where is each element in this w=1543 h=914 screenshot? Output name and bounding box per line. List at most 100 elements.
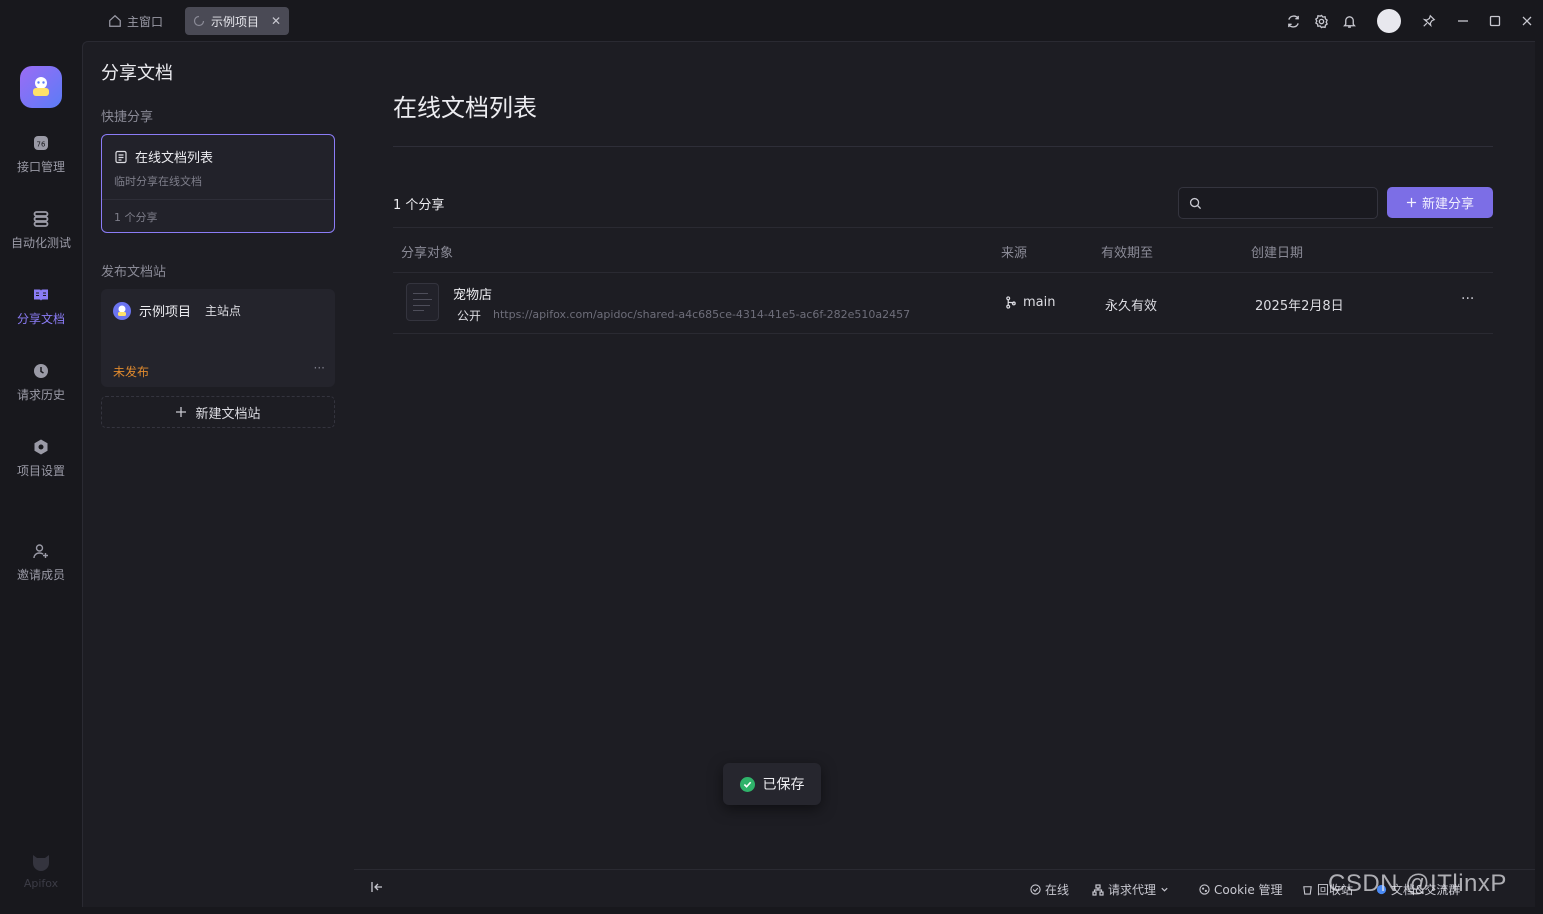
share-name[interactable]: 宠物店: [453, 284, 492, 303]
status-cookie[interactable]: Cookie 管理: [1199, 881, 1283, 898]
rail-item-label: 请求历史: [16, 388, 65, 402]
doc-site-status: 未发布: [113, 365, 150, 379]
network-icon: [1092, 883, 1104, 896]
share-expiry: 永久有效: [1105, 299, 1158, 314]
document-thumbnail-icon: [406, 283, 439, 321]
doc-site-card[interactable]: 示例项目 主站点 未发布 ···: [101, 289, 335, 387]
bell-icon[interactable]: [1335, 8, 1363, 34]
row-more-button[interactable]: ···: [1461, 291, 1474, 307]
status-proxy-label: 请求代理: [1108, 883, 1157, 897]
doc-site-project: 示例项目: [139, 305, 192, 320]
new-share-button[interactable]: 新建分享: [1387, 187, 1493, 218]
quick-share-card-subtitle: 临时分享在线文档: [114, 175, 202, 188]
card-divider: [102, 199, 334, 200]
rail-footer-brand: Apifox: [0, 851, 82, 890]
close-icon[interactable]: [1511, 8, 1543, 34]
minimize-icon[interactable]: [1447, 8, 1479, 34]
table-row[interactable]: 宠物店 公开 https://apifox.com/apidoc/shared-…: [393, 273, 1493, 334]
title-bar: 主窗口 示例项目 ✕: [0, 0, 1543, 41]
tab-home-label: 主窗口: [127, 14, 164, 29]
quick-share-card-header: 在线文档列表: [114, 147, 213, 166]
status-cookie-label: Cookie 管理: [1214, 883, 1283, 897]
tab-project-label: 示例项目: [211, 14, 260, 29]
table-header: 分享对象 来源 有效期至 创建日期: [393, 227, 1493, 273]
nav-rail: 76 接口管理 自动化测试 分享文档 请求历史 项目设置 邀请成员 Apifox: [0, 41, 82, 914]
column-header: 分享对象: [401, 246, 454, 261]
avatar[interactable]: [1377, 9, 1401, 33]
rail-item-api[interactable]: 76 接口管理: [0, 134, 82, 175]
document-icon: [115, 150, 127, 163]
new-doc-site-label: 新建文档站: [195, 406, 261, 422]
cookie-icon: [1199, 884, 1210, 895]
rail-item-label: 接口管理: [16, 160, 65, 174]
app-logo[interactable]: [20, 66, 62, 108]
rail-item-label: 分享文档: [16, 312, 65, 326]
share-source-label: main: [1023, 295, 1056, 310]
status-online[interactable]: 在线: [1030, 881, 1069, 898]
search-box[interactable]: [1178, 187, 1378, 219]
tab-close-icon[interactable]: ✕: [271, 14, 281, 28]
rail-item-label: 邀请成员: [16, 568, 65, 582]
rail-item-label: 自动化测试: [10, 236, 71, 250]
maximize-icon[interactable]: [1479, 8, 1511, 34]
pin-icon[interactable]: [1415, 8, 1443, 34]
trash-icon: [1303, 886, 1312, 895]
gear-icon: [34, 439, 48, 455]
share-docs-panel: 分享文档 快捷分享 在线文档列表 临时分享在线文档 1 个分享 发布文档站 示例…: [82, 41, 354, 907]
rail-item-share-docs[interactable]: 分享文档: [0, 286, 82, 327]
new-share-label: 新建分享: [1421, 197, 1474, 212]
column-header: 有效期至: [1101, 246, 1154, 261]
publish-site-label: 发布文档站: [101, 265, 167, 280]
apifox-logo-icon: [33, 77, 49, 96]
share-count: 1 个分享: [393, 198, 445, 213]
refresh-icon[interactable]: [1279, 8, 1307, 34]
new-doc-site-button[interactable]: 新建文档站: [101, 396, 335, 428]
saved-toast: 已保存: [723, 763, 821, 805]
panel-title: 分享文档: [101, 63, 173, 84]
tab-home[interactable]: 主窗口: [104, 9, 167, 33]
check-circle-icon: [739, 776, 755, 792]
book-icon: [34, 289, 48, 301]
automation-icon: [33, 211, 49, 227]
doc-site-card-header: 示例项目 主站点: [113, 301, 241, 320]
status-proxy[interactable]: 请求代理: [1092, 881, 1169, 898]
add-user-icon: [33, 544, 48, 559]
watermark: CSDN @ITlinxP: [1328, 870, 1507, 897]
doc-site-name: 主站点: [205, 304, 242, 318]
tab-project[interactable]: 示例项目 ✕: [185, 7, 289, 35]
gear-icon[interactable]: [1307, 8, 1335, 34]
apifox-mono-icon: [33, 855, 49, 871]
plus-icon: [1406, 197, 1417, 208]
plus-icon: [176, 407, 187, 417]
chevron-down-icon: [1161, 887, 1168, 892]
api-icon: 76: [34, 136, 48, 150]
page-title: 在线文档列表: [393, 94, 537, 122]
check-circle-icon: [1030, 884, 1041, 895]
rail-item-invite[interactable]: 邀请成员: [0, 542, 82, 583]
collapse-sidebar-icon[interactable]: [370, 880, 384, 897]
share-url-link[interactable]: https://apifox.com/apidoc/shared-a4c685c…: [493, 308, 910, 321]
status-online-label: 在线: [1045, 883, 1070, 897]
rail-item-automation[interactable]: 自动化测试: [0, 210, 82, 251]
window-toolbar: [1279, 8, 1543, 34]
main-content: 在线文档列表 1 个分享 新建分享 分享对象 来源 有效期至 创建日期 宠物店 …: [354, 41, 1535, 907]
loading-icon: [193, 15, 205, 27]
project-logo-icon: [113, 301, 131, 320]
doc-site-more-button[interactable]: ···: [314, 361, 325, 375]
quick-share-card-count: 1 个分享: [114, 211, 158, 224]
clock-icon: [34, 364, 48, 378]
quick-share-card[interactable]: 在线文档列表 临时分享在线文档 1 个分享: [101, 134, 335, 233]
column-header: 来源: [1001, 246, 1028, 261]
rail-item-history[interactable]: 请求历史: [0, 362, 82, 403]
title-divider: [393, 146, 1493, 147]
search-icon: [1189, 197, 1202, 209]
column-header: 创建日期: [1251, 246, 1304, 261]
share-visibility: 公开: [457, 309, 482, 323]
quick-share-card-title: 在线文档列表: [135, 151, 214, 166]
share-created-date: 2025年2月8日: [1255, 299, 1344, 314]
rail-item-settings[interactable]: 项目设置: [0, 438, 82, 479]
search-input[interactable]: [1210, 196, 1370, 210]
rail-footer-label: Apifox: [23, 877, 59, 890]
toast-text: 已保存: [762, 777, 805, 793]
rail-item-label: 项目设置: [16, 464, 65, 478]
